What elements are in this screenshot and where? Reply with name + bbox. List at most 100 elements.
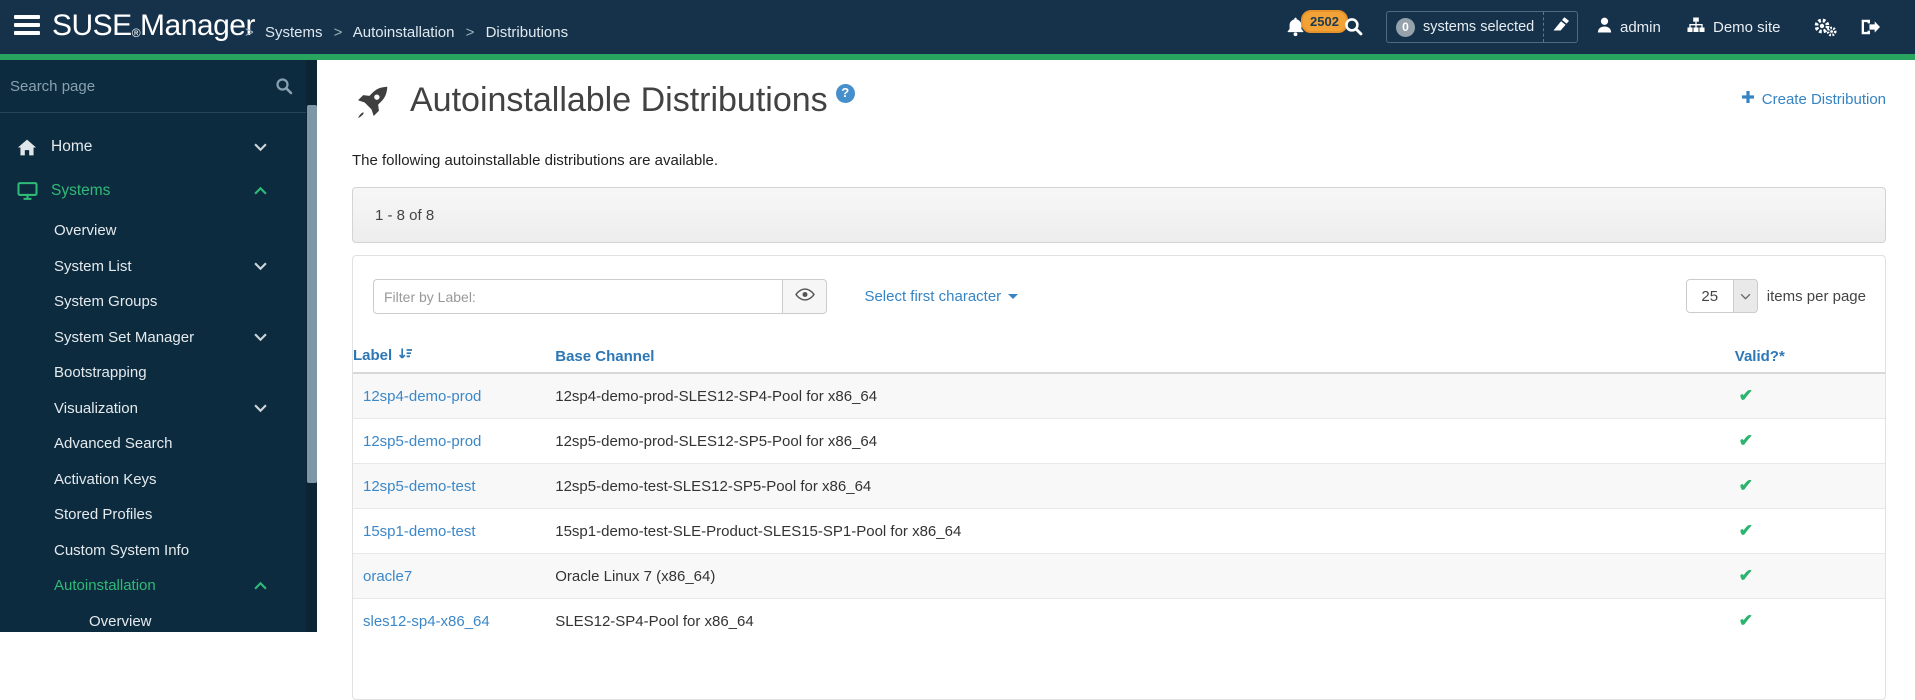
table-row: 12sp4-demo-prod 12sp4-demo-prod-SLES12-SP… <box>353 372 1885 419</box>
clear-selection-button[interactable] <box>1543 12 1577 42</box>
sidebar-item-label: Bootstrapping <box>54 364 147 382</box>
sign-out-icon[interactable] <box>1860 0 1880 54</box>
distribution-link[interactable]: oracle7 <box>363 568 412 585</box>
table-row: 12sp5-demo-prod 12sp5-demo-prod-SLES12-SP… <box>353 418 1885 464</box>
systems-selected-box[interactable]: 0 systems selected <box>1386 11 1578 43</box>
sidebar-item-label: System Set Manager <box>54 328 195 346</box>
sidebar-item-home[interactable]: Home <box>0 125 306 169</box>
distributions-panel: Select first character 25 items per page… <box>352 255 1886 700</box>
sidebar-item-label: Visualization <box>54 399 138 417</box>
table-row: 12sp5-demo-test 12sp5-demo-test-SLES12-SP… <box>353 463 1885 509</box>
filter-preview-button[interactable] <box>782 279 827 314</box>
eraser-icon <box>1552 17 1569 37</box>
sidebar-item-systems[interactable]: Systems <box>0 169 306 213</box>
distribution-link[interactable]: 15sp1-demo-test <box>363 523 476 540</box>
column-header-label[interactable]: Label <box>353 340 556 374</box>
sidebar-item-custom-system-info[interactable]: Custom System Info <box>0 533 306 569</box>
cell-base-channel: SLES12-SP4-Pool for x86_64 <box>555 598 1735 643</box>
valid-check-icon: ✔ <box>1738 386 1754 405</box>
table-row: 15sp1-demo-test 15sp1-demo-test-SLE-Produ… <box>353 508 1885 554</box>
create-distribution-button[interactable]: Create Distribution <box>1741 90 1886 108</box>
user-icon <box>1597 17 1612 37</box>
sidebar-item-label: Custom System Info <box>54 541 190 559</box>
distribution-link[interactable]: 12sp5-demo-test <box>363 478 476 495</box>
help-icon[interactable]: ? <box>835 83 855 103</box>
breadcrumb-systems[interactable]: Systems <box>265 24 323 41</box>
sidebar-item-system-list[interactable]: System List <box>0 249 306 285</box>
distribution-link[interactable]: 12sp5-demo-prod <box>363 433 481 450</box>
notifications-count-badge[interactable]: 2502 <box>1301 10 1348 33</box>
items-per-page: 25 items per page <box>1685 279 1866 313</box>
organization-menu[interactable]: Demo site <box>1687 0 1781 54</box>
sidebar-search <box>0 60 306 113</box>
chevron-down-icon <box>254 143 267 152</box>
pagination-summary: 1 - 8 of 8 <box>375 206 435 224</box>
pagination-summary-box: 1 - 8 of 8 <box>352 187 1886 243</box>
sidebar-item-overview[interactable]: Overview <box>0 213 306 249</box>
sidebar-item-label: System Groups <box>54 293 158 311</box>
cell-base-channel: 12sp5-demo-prod-SLES12-SP5-Pool for x86_… <box>555 418 1735 464</box>
sidebar-item-system-set-manager[interactable]: System Set Manager <box>0 320 306 356</box>
sidebar-item-label: Overview <box>54 222 117 240</box>
sidebar-item-label: Stored Profiles <box>54 506 153 524</box>
main-content: Autoinstallable Distributions? Create Di… <box>317 60 1915 700</box>
app-brand[interactable]: SUSE®Manager <box>52 9 255 43</box>
sidebar-search-input[interactable] <box>0 60 280 112</box>
cell-label: 12sp4-demo-prod <box>353 372 556 419</box>
valid-check-icon: ✔ <box>1738 521 1754 540</box>
systems-monitor-icon <box>17 182 39 200</box>
rocket-icon <box>352 84 390 127</box>
sidebar-item-overview[interactable]: Overview <box>0 604 306 640</box>
sidebar-item-bootstrapping[interactable]: Bootstrapping <box>0 355 306 391</box>
user-menu[interactable]: admin <box>1597 0 1661 54</box>
caret-down-icon <box>1008 294 1019 299</box>
sidebar: Home Systems Overview System List System Gro… <box>0 60 317 632</box>
distributions-table-body: 12sp4-demo-prod 12sp4-demo-prod-SLES12-SP… <box>353 372 1885 643</box>
breadcrumb-separator: > <box>333 24 343 41</box>
cell-base-channel: Oracle Linux 7 (x86_64) <box>555 553 1735 599</box>
table-row: sles12-sp4-x86_64 SLES12-SP4-Pool for x86… <box>353 598 1885 643</box>
cell-label: 15sp1-demo-test <box>353 508 556 554</box>
cell-label: oracle7 <box>353 553 556 599</box>
org-name: Demo site <box>1713 18 1781 36</box>
settings-gears-icon[interactable] <box>1813 0 1837 54</box>
eye-icon <box>794 287 815 306</box>
valid-check-icon: ✔ <box>1738 431 1754 450</box>
sidebar-item-stored-profiles[interactable]: Stored Profiles <box>0 497 306 533</box>
cell-valid: ✔ <box>1734 508 1885 554</box>
sidebar-item-activation-keys[interactable]: Activation Keys <box>0 462 306 498</box>
select-first-character-dropdown[interactable]: Select first character <box>864 279 1019 314</box>
table-row: oracle7 Oracle Linux 7 (x86_64) ✔ <box>353 553 1885 599</box>
hamburger-menu-icon[interactable] <box>14 15 40 37</box>
items-per-page-select[interactable]: 25 <box>1685 279 1758 313</box>
breadcrumb-distributions: Distributions <box>485 24 569 41</box>
top-header: SUSE®Manager > Systems > Autoinstallatio… <box>0 0 1915 54</box>
sidebar-item-label: Advanced Search <box>54 435 173 453</box>
sidebar-item-visualization[interactable]: Visualization <box>0 391 306 427</box>
breadcrumb-autoinstallation[interactable]: Autoinstallation <box>353 24 455 41</box>
distribution-link[interactable]: sles12-sp4-x86_64 <box>363 613 490 630</box>
sort-icon <box>398 348 413 366</box>
home-icon <box>17 139 39 156</box>
header-search-icon[interactable] <box>1344 17 1363 41</box>
sidebar-item-system-groups[interactable]: System Groups <box>0 284 306 320</box>
sidebar-item-label: System List <box>54 257 132 275</box>
sidebar-item-advanced-search[interactable]: Advanced Search <box>0 426 306 462</box>
sidebar-item-label: Autoinstallation <box>54 577 156 595</box>
sidebar-item-autoinstallation[interactable]: Autoinstallation <box>0 568 306 604</box>
sidebar-scrollbar-thumb[interactable] <box>307 105 317 483</box>
filter-row: Select first character 25 items per page <box>353 256 1885 314</box>
sidebar-nav: Home Systems Overview System List System Gro… <box>0 125 306 639</box>
distribution-link[interactable]: 12sp4-demo-prod <box>363 388 481 405</box>
chevron-up-icon <box>254 186 267 196</box>
filter-by-label-input[interactable] <box>373 279 782 314</box>
chevron-down-icon <box>254 404 267 413</box>
sidebar-item-label: Systems <box>51 182 111 199</box>
valid-check-icon: ✔ <box>1738 611 1754 630</box>
cell-base-channel: 12sp4-demo-prod-SLES12-SP4-Pool for x86_… <box>555 372 1735 419</box>
sidebar-item-label: Overview <box>89 612 152 630</box>
cell-valid: ✔ <box>1734 598 1885 643</box>
sidebar-search-icon[interactable] <box>275 77 293 100</box>
systems-selected-label: systems selected <box>1423 19 1535 35</box>
column-header-valid: Valid?* <box>1734 340 1885 374</box>
